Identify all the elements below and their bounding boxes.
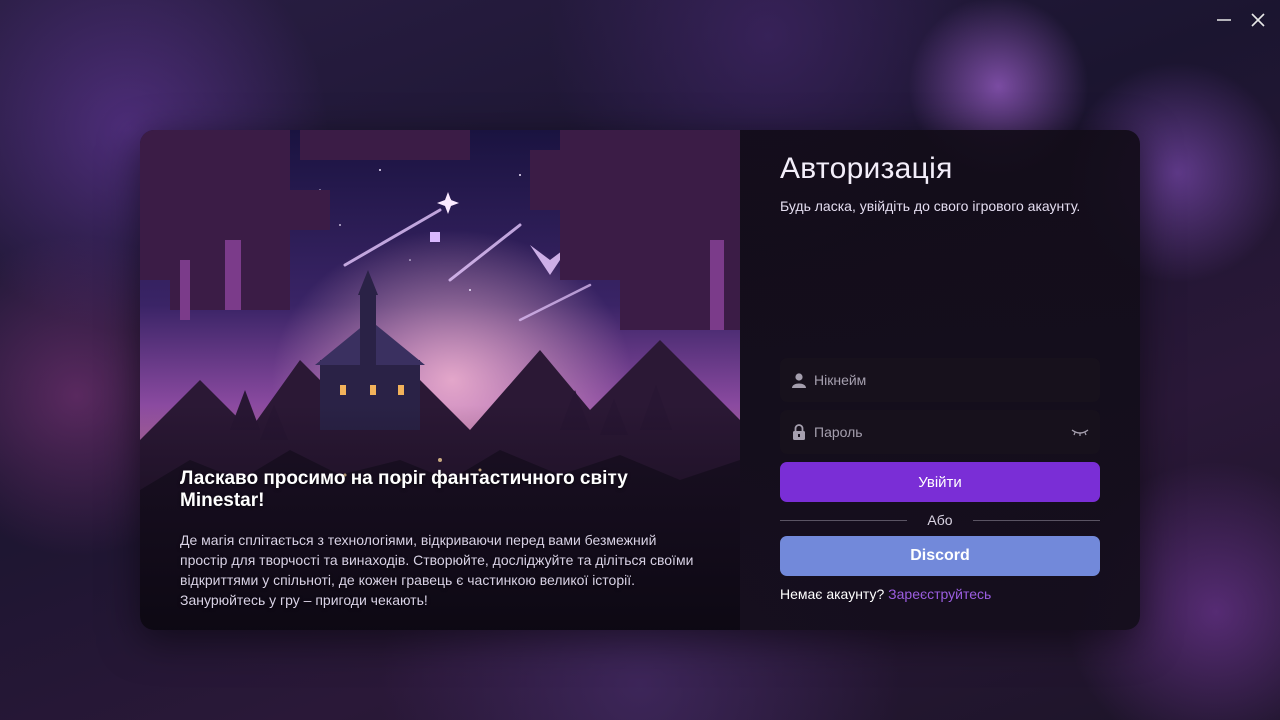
hero-title: Ласкаво просимо на поріг фантастичного с… (180, 468, 628, 511)
hero-text: Ласкаво просимо на поріг фантастичного с… (180, 468, 700, 610)
password-input[interactable] (814, 424, 1070, 440)
hero-panel: Ласкаво просимо на поріг фантастичного с… (140, 130, 740, 630)
login-panel: Авторизація Будь ласка, увійдіть до свог… (740, 130, 1140, 630)
auth-subtitle: Будь ласка, увійдіть до свого ігрового а… (780, 198, 1081, 214)
minimize-icon (1217, 19, 1231, 21)
close-button[interactable] (1244, 6, 1272, 34)
register-row: Немає акаунту? Зареєструйтесь (780, 586, 1100, 602)
password-field[interactable] (780, 410, 1100, 454)
login-button[interactable]: Увійти (780, 462, 1100, 502)
nickname-field[interactable] (780, 358, 1100, 402)
auth-card: Ласкаво просимо на поріг фантастичного с… (140, 130, 1140, 630)
no-account-label: Немає акаунту? (780, 586, 885, 602)
discord-button[interactable]: Discord (780, 536, 1100, 576)
register-link[interactable]: Зареєструйтесь (888, 586, 991, 602)
login-form: Увійти Або Discord Немає акаунту? Зареєс… (780, 358, 1100, 602)
close-icon (1251, 13, 1265, 27)
eye-closed-icon[interactable] (1070, 425, 1090, 439)
divider-line-right (972, 519, 1100, 521)
nickname-input[interactable] (814, 372, 1090, 388)
user-icon (790, 371, 808, 389)
or-label: Або (927, 512, 953, 528)
window-controls (1210, 6, 1272, 34)
hero-description: Де магія сплітається з технологіями, від… (180, 532, 694, 608)
divider-line-left (780, 519, 908, 521)
minimize-button[interactable] (1210, 6, 1238, 34)
lock-icon (790, 423, 808, 441)
or-divider: Або (780, 512, 1100, 528)
auth-title: Авторизація (780, 152, 953, 185)
